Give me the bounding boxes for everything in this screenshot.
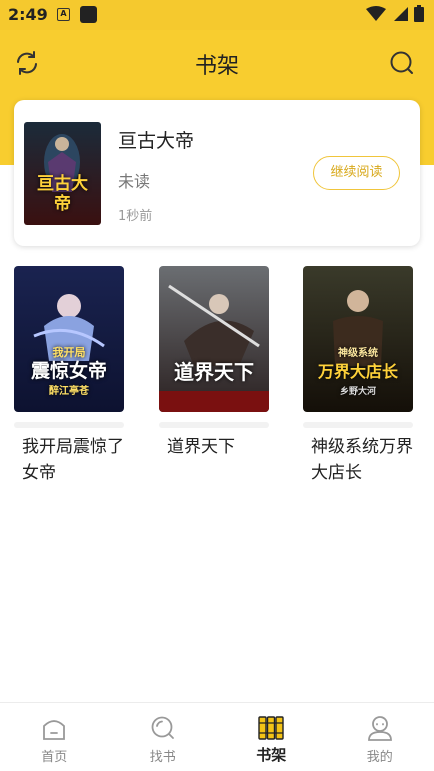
book-cover[interactable]: 道界天下 [159,266,269,412]
battery-icon [414,5,424,22]
continue-reading-button[interactable]: 继续阅读 [313,156,400,190]
bookshelf-icon [258,716,284,740]
tab-profile[interactable]: 我的 [326,703,434,771]
recent-cover-title: 亘古大帝 [37,174,88,214]
book-shelf-shadow [303,422,413,428]
search-button[interactable] [388,49,416,77]
tab-bookshelf[interactable]: 书架 [217,703,326,771]
book-cover-main-text: 万界大店长 [317,362,398,381]
book-cover-main-text: 道界天下 [174,360,254,384]
search-icon [390,51,413,74]
search-icon [151,716,174,739]
book-cover-small-text: 神级系统 [338,348,378,359]
notification-a-icon: A [57,8,70,21]
book-item[interactable]: 道界天下 道界天下 [159,266,269,460]
book-cover-author: 乡野大河 [339,387,376,397]
page-title: 书架 [194,54,239,79]
recent-book-title: 亘古大帝 [118,130,195,152]
bottom-tab-bar: 首页 找书 书架 我的 [0,702,434,771]
home-icon [43,720,66,740]
tab-label: 我的 [366,750,393,765]
profile-icon [367,716,392,741]
status-time: 2:49 [8,5,48,24]
book-cover-main-text: 震惊女帝 [30,360,107,382]
tab-label: 首页 [41,750,68,765]
book-title: 神级系统万界大店长 [311,437,413,483]
book-cover-author: 醉江亭苍 [49,386,89,397]
wifi-icon [366,5,386,21]
book-shelf-shadow [159,422,269,428]
book-title: 我开局震惊了女帝 [22,437,124,483]
recent-book-time: 1秒前 [118,209,153,224]
recent-book-card[interactable]: 亘古大帝 亘古大帝 未读 1秒前 继续阅读 [14,100,420,246]
book-title: 道界天下 [167,437,235,457]
book-shelf-shadow [14,422,124,428]
notification-app-icon [80,6,97,23]
book-item[interactable]: 神级系统 万界大店长 乡野大河 神级系统万界大店长 [303,266,413,486]
book-cover[interactable]: 神级系统 万界大店长 乡野大河 [303,266,413,412]
book-cover[interactable]: 我开局 震惊女帝 醉江亭苍 [14,266,124,412]
recent-book-status: 未读 [118,172,151,191]
tab-home[interactable]: 首页 [0,703,109,771]
tab-label: 找书 [149,750,176,765]
tab-find-books[interactable]: 找书 [109,703,218,771]
status-bar: 2:49 A [0,0,434,30]
tab-label: 书架 [256,746,287,764]
book-item[interactable]: 我开局 震惊女帝 醉江亭苍 我开局震惊了女帝 [14,266,124,486]
recent-book-cover[interactable]: 亘古大帝 [24,122,101,225]
signal-icon [394,6,408,21]
